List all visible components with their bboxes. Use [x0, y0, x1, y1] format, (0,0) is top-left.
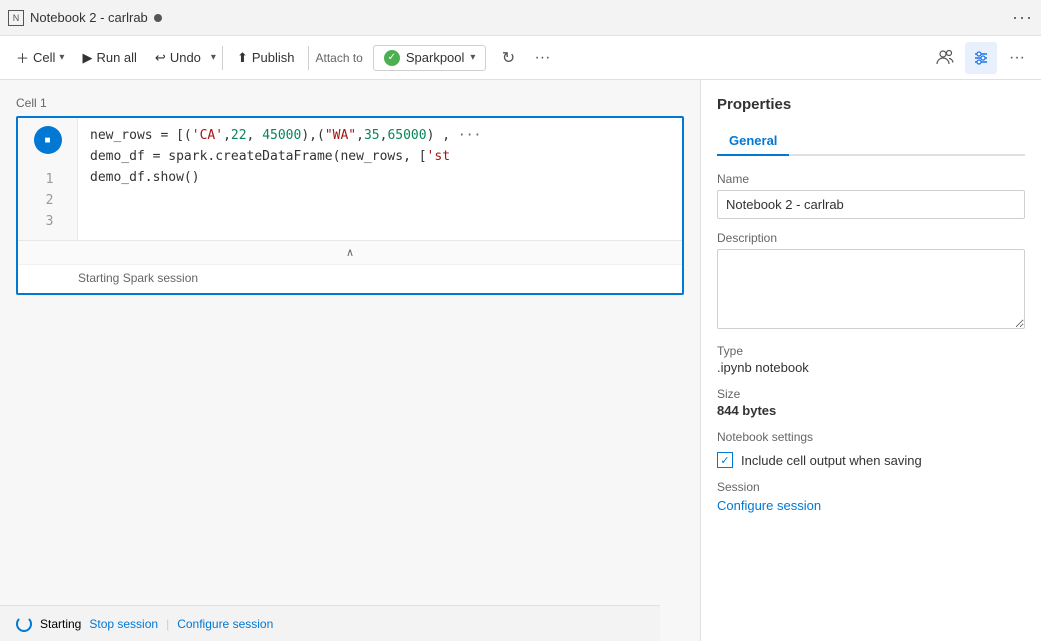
more-right-button[interactable]: ··· [1001, 42, 1033, 74]
code-line-3: demo_df.show() [90, 168, 670, 189]
separator-2 [308, 46, 309, 70]
name-label: Name [717, 172, 1025, 186]
cell-container: 1 2 3 new_rows = [('CA',22, 45000),("WA"… [16, 116, 684, 295]
refresh-button[interactable]: ↻ [492, 42, 524, 74]
cell-inner: 1 2 3 new_rows = [('CA',22, 45000),("WA"… [18, 118, 682, 240]
undo-dropdown-icon: ▾ [211, 52, 216, 63]
chevron-up-icon: ∧ [346, 246, 354, 259]
publish-icon: ⬆ [237, 50, 248, 66]
unsaved-indicator [154, 14, 162, 22]
code-line-1: new_rows = [('CA',22, 45000),("WA",35,65… [90, 126, 670, 147]
status-separator: | [166, 617, 169, 631]
size-label: Size [717, 387, 1025, 401]
publish-label: Publish [252, 50, 295, 65]
title-bar-left: N Notebook 2 - carlrab [8, 10, 1004, 26]
name-input[interactable] [717, 190, 1025, 219]
cell-gutter: 1 2 3 [18, 118, 78, 240]
sparkpool-dropdown-icon: ▾ [470, 52, 475, 63]
run-all-button[interactable]: ▶ Run all [74, 45, 144, 71]
undo-icon: ↩ [155, 50, 166, 66]
output-text: Starting Spark session [78, 271, 198, 285]
run-all-label: Run all [96, 50, 136, 65]
sparkpool-label: Sparkpool [406, 50, 465, 65]
add-cell-button[interactable]: ＋ Cell ▾ [8, 43, 72, 72]
tab-general[interactable]: General [717, 127, 789, 156]
undo-button[interactable]: ↩ Undo [147, 45, 209, 71]
toolbar: ＋ Cell ▾ ▶ Run all ↩ Undo ▾ ⬆ Publish At… [0, 36, 1041, 80]
sparkpool-button[interactable]: Sparkpool ▾ [373, 45, 487, 71]
plus-icon: ＋ [16, 48, 29, 67]
notebook-area: Cell 1 1 2 3 new_rows = [('CA',22, 45000… [0, 80, 701, 641]
cell-dropdown-icon: ▾ [59, 52, 64, 63]
attach-to-label: Attach to [315, 51, 362, 65]
cell-label: Cell 1 [16, 96, 684, 110]
spark-connected-icon [384, 50, 400, 66]
session-spinner [16, 616, 32, 632]
description-textarea[interactable] [717, 249, 1025, 329]
cell-label: Cell [33, 50, 55, 65]
line-num-2: 2 [42, 191, 54, 212]
cell-output: Starting Spark session [18, 264, 682, 293]
properties-panel: Properties General Name Description Type… [701, 80, 1041, 641]
type-value: .ipynb notebook [717, 360, 1025, 375]
run-all-icon: ▶ [82, 50, 92, 66]
separator-1 [222, 46, 223, 70]
cell-output-checkbox[interactable] [717, 452, 733, 468]
title-bar: N Notebook 2 - carlrab ··· [0, 0, 1041, 36]
people-icon [936, 49, 954, 67]
people-button[interactable] [929, 42, 961, 74]
more-toolbar-button[interactable]: ··· [526, 42, 558, 74]
line-numbers: 1 2 3 [38, 162, 58, 240]
cell-collapse-button[interactable]: ∧ [18, 240, 682, 264]
undo-label: Undo [170, 50, 201, 65]
title-bar-right: ··· [1012, 7, 1033, 28]
checkbox-label: Include cell output when saving [741, 453, 922, 468]
code-line-2: demo_df = spark.createDataFrame(new_rows… [90, 147, 670, 168]
properties-title: Properties [717, 96, 1025, 113]
notebook-icon: N [8, 10, 24, 26]
line-num-3: 3 [42, 212, 54, 233]
status-text: Starting [40, 617, 81, 631]
stop-cell-button[interactable] [34, 126, 62, 154]
notebook-title: Notebook 2 - carlrab [30, 10, 148, 25]
line-num-1: 1 [42, 170, 54, 191]
properties-tabs: General [717, 127, 1025, 156]
status-bar: Starting Stop session | Configure sessio… [0, 605, 660, 641]
size-value: 844 bytes [717, 403, 1025, 418]
checkbox-row: Include cell output when saving [717, 452, 1025, 468]
code-area[interactable]: new_rows = [('CA',22, 45000),("WA",35,65… [78, 118, 682, 240]
stop-session-link[interactable]: Stop session [89, 617, 158, 631]
type-label: Type [717, 344, 1025, 358]
configure-session-link[interactable]: Configure session [177, 617, 273, 631]
description-label: Description [717, 231, 1025, 245]
toolbar-right: ··· [929, 42, 1033, 74]
notebook-settings-label: Notebook settings [717, 430, 1025, 444]
title-more-button[interactable]: ··· [1012, 7, 1033, 28]
properties-button[interactable] [965, 42, 997, 74]
main-layout: Cell 1 1 2 3 new_rows = [('CA',22, 45000… [0, 80, 1041, 641]
configure-session-panel-link[interactable]: Configure session [717, 498, 821, 513]
properties-icon [972, 49, 990, 67]
session-label: Session [717, 480, 1025, 494]
publish-button[interactable]: ⬆ Publish [229, 45, 303, 71]
